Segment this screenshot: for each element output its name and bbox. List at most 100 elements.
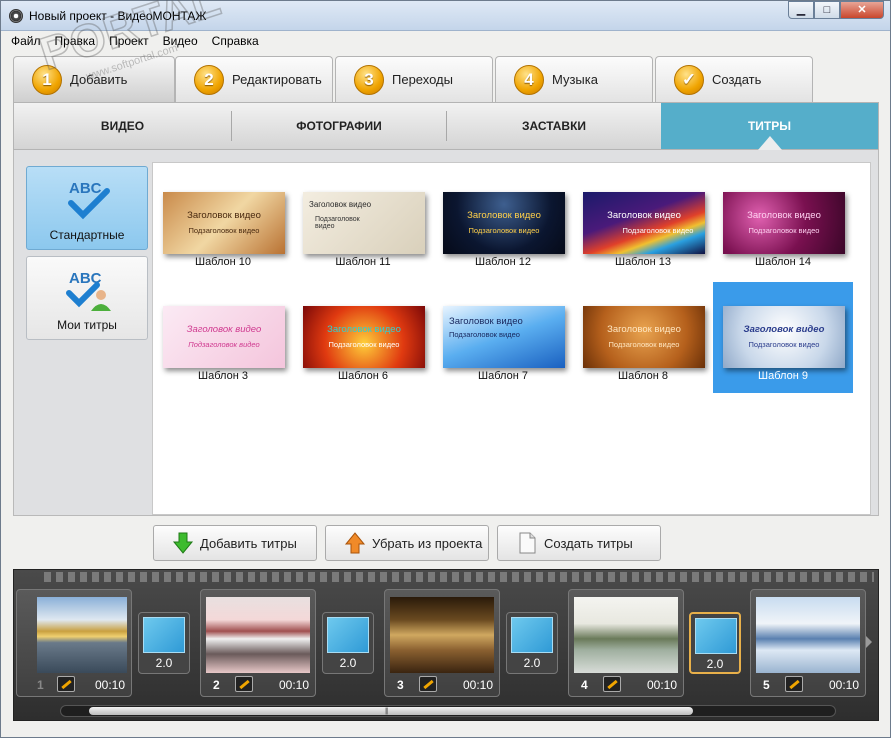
clip-number: 3 bbox=[397, 678, 404, 692]
clip-number: 1 bbox=[37, 678, 44, 692]
transition-thumbnail bbox=[327, 617, 369, 653]
step-music[interactable]: 4 Музыка bbox=[495, 56, 653, 102]
template-thumbnail: Заголовок видео Подзаголовок видео bbox=[443, 306, 565, 368]
template-item[interactable]: Заголовок видео Подзаголовок видео Шабло… bbox=[573, 285, 713, 393]
add-titles-label: Добавить титры bbox=[200, 535, 297, 551]
template-label: Шаблон 9 bbox=[758, 370, 808, 382]
transition-duration: 2.0 bbox=[155, 656, 173, 670]
action-bar: Добавить титры Убрать из проекта Создать… bbox=[1, 525, 891, 561]
template-item[interactable]: Заголовок видео Подзаголовок видео Шабло… bbox=[293, 285, 433, 393]
step-add[interactable]: 1 Добавить bbox=[13, 56, 175, 102]
template-item[interactable]: Заголовок видео Подзаголовок видео Шабло… bbox=[433, 171, 573, 279]
active-tab-pointer bbox=[758, 136, 782, 150]
timeline-clip[interactable]: 5 00:10 bbox=[750, 589, 866, 697]
template-item[interactable]: Заголовок видео Подзаголовок видео Шабло… bbox=[153, 285, 293, 393]
sidebar-item-label: Мои титры bbox=[57, 318, 117, 332]
step-check-badge-icon: ✓ bbox=[674, 64, 704, 95]
clip-thumbnail bbox=[756, 597, 860, 673]
menu-project[interactable]: Проект bbox=[109, 34, 149, 48]
template-item[interactable]: Заголовок видео Подзаголовок видео Шабло… bbox=[713, 171, 853, 279]
template-label: Шаблон 12 bbox=[474, 256, 532, 268]
transition-duration: 2.0 bbox=[339, 656, 357, 670]
maximize-button[interactable]: □ bbox=[814, 1, 840, 19]
timeline-transition-selected[interactable]: 2.0 bbox=[689, 612, 741, 674]
step-2-badge-icon: 2 bbox=[194, 64, 224, 95]
step-4-badge-icon: 4 bbox=[514, 64, 544, 95]
timeline-clip[interactable]: 1 00:10 bbox=[16, 589, 132, 697]
scrollbar-grip: ||| bbox=[385, 708, 389, 715]
film-strip-perforation bbox=[44, 572, 874, 582]
clip-thumbnail bbox=[37, 597, 127, 673]
abc-user-icon: ABC bbox=[66, 270, 111, 311]
menu-edit[interactable]: Правка bbox=[55, 34, 96, 48]
step-3-badge-icon: 3 bbox=[354, 64, 384, 95]
step-1-badge-icon: 1 bbox=[32, 64, 62, 95]
timeline-transition[interactable]: 2.0 bbox=[138, 612, 190, 674]
template-item[interactable]: Заголовок видео Подзаголовок видео Шабло… bbox=[713, 282, 853, 393]
timeline-clip[interactable]: 3 00:10 bbox=[384, 589, 500, 697]
title-bar: Новый проект - ВидеоМОНТАЖ ▁ □ ✕ bbox=[1, 1, 890, 31]
step-edit[interactable]: 2 Редактировать bbox=[175, 56, 333, 102]
template-thumbnail: Заголовок видео Подзаголовок видео bbox=[583, 306, 705, 368]
svg-text:ABC: ABC bbox=[69, 180, 102, 197]
step-create[interactable]: ✓ Создать bbox=[655, 56, 813, 102]
template-thumbnail: Заголовок видео Подзаголовок видео bbox=[723, 192, 845, 254]
tab-intros[interactable]: ЗАСТАВКИ bbox=[447, 103, 661, 149]
transition-duration: 2.0 bbox=[523, 656, 541, 670]
clip-duration: 00:10 bbox=[94, 678, 125, 692]
timeline-scrollbar[interactable]: ||| bbox=[60, 705, 836, 717]
template-label: Шаблон 14 bbox=[754, 256, 812, 268]
clip-edit-pencil-icon[interactable] bbox=[603, 676, 621, 692]
clip-edit-pencil-icon[interactable] bbox=[57, 676, 75, 692]
abc-check-icon: ABC bbox=[68, 180, 110, 220]
remove-from-project-button[interactable]: Убрать из проекта bbox=[325, 525, 489, 561]
clip-duration: 00:10 bbox=[646, 678, 677, 692]
step-transitions[interactable]: 3 Переходы bbox=[335, 56, 493, 102]
clip-edit-pencil-icon[interactable] bbox=[235, 676, 253, 692]
transition-thumbnail bbox=[143, 617, 185, 653]
clip-edit-pencil-icon[interactable] bbox=[785, 676, 803, 692]
window-controls: ▁ □ ✕ bbox=[788, 1, 884, 19]
minimize-button[interactable]: ▁ bbox=[788, 1, 814, 19]
template-item[interactable]: Заголовок видео Подзаголовок видео Шабло… bbox=[153, 171, 293, 279]
timeline-clip[interactable]: 4 00:10 bbox=[568, 589, 684, 697]
tab-video[interactable]: ВИДЕО bbox=[14, 103, 231, 149]
timeline-scrollbar-thumb[interactable]: ||| bbox=[89, 707, 693, 715]
close-button[interactable]: ✕ bbox=[840, 1, 884, 19]
menu-bar: Файл Правка Проект Видео Справка bbox=[1, 31, 890, 51]
template-item[interactable]: Заголовок видео Подзаголовок видео Шабло… bbox=[293, 171, 433, 279]
clip-number: 5 bbox=[763, 678, 770, 692]
template-item[interactable]: Заголовок видео Подзаголовок видео Шабло… bbox=[573, 171, 713, 279]
step-label: Добавить bbox=[70, 72, 128, 87]
menu-help[interactable]: Справка bbox=[212, 34, 259, 48]
sidebar-item-my-titles[interactable]: ABC Мои титры bbox=[26, 256, 148, 340]
timeline-clip[interactable]: 2 00:10 bbox=[200, 589, 316, 697]
template-thumbnail: Заголовок видео Подзаголовок видео bbox=[303, 306, 425, 368]
clip-number: 4 bbox=[581, 678, 588, 692]
step-label: Создать bbox=[712, 72, 762, 87]
template-thumbnail: Заголовок видео Подзаголовок видео bbox=[303, 192, 425, 254]
arrow-up-orange-icon bbox=[344, 532, 366, 554]
add-titles-button[interactable]: Добавить титры bbox=[153, 525, 317, 561]
clip-thumbnail bbox=[574, 597, 678, 673]
clip-thumbnail bbox=[206, 597, 310, 673]
storyboard-timeline: 1 00:10 2.0 2 00:10 2.0 3 00:10 2.0 4 00… bbox=[13, 569, 879, 721]
timeline-transition[interactable]: 2.0 bbox=[506, 612, 558, 674]
template-item[interactable]: Заголовок видео Подзаголовок видео Шабло… bbox=[433, 285, 573, 393]
app-film-reel-icon bbox=[9, 9, 23, 23]
transition-duration: 2.0 bbox=[706, 657, 724, 671]
menu-video[interactable]: Видео bbox=[163, 34, 198, 48]
create-titles-button[interactable]: Создать титры bbox=[497, 525, 661, 561]
menu-file[interactable]: Файл bbox=[11, 34, 41, 48]
template-label: Шаблон 7 bbox=[478, 370, 528, 382]
sidebar-item-standard[interactable]: ABC Стандартные bbox=[26, 166, 148, 250]
window-title: Новый проект - ВидеоМОНТАЖ bbox=[29, 9, 207, 23]
template-label: Шаблон 10 bbox=[194, 256, 252, 268]
wizard-steps: 1 Добавить 2 Редактировать 3 Переходы 4 … bbox=[13, 56, 815, 102]
timeline-transition[interactable]: 2.0 bbox=[322, 612, 374, 674]
clip-edit-pencil-icon[interactable] bbox=[419, 676, 437, 692]
clip-duration: 00:10 bbox=[462, 678, 493, 692]
clip-duration: 00:10 bbox=[278, 678, 309, 692]
tab-photos[interactable]: ФОТОГРАФИИ bbox=[232, 103, 446, 149]
remove-from-project-label: Убрать из проекта bbox=[372, 535, 483, 551]
